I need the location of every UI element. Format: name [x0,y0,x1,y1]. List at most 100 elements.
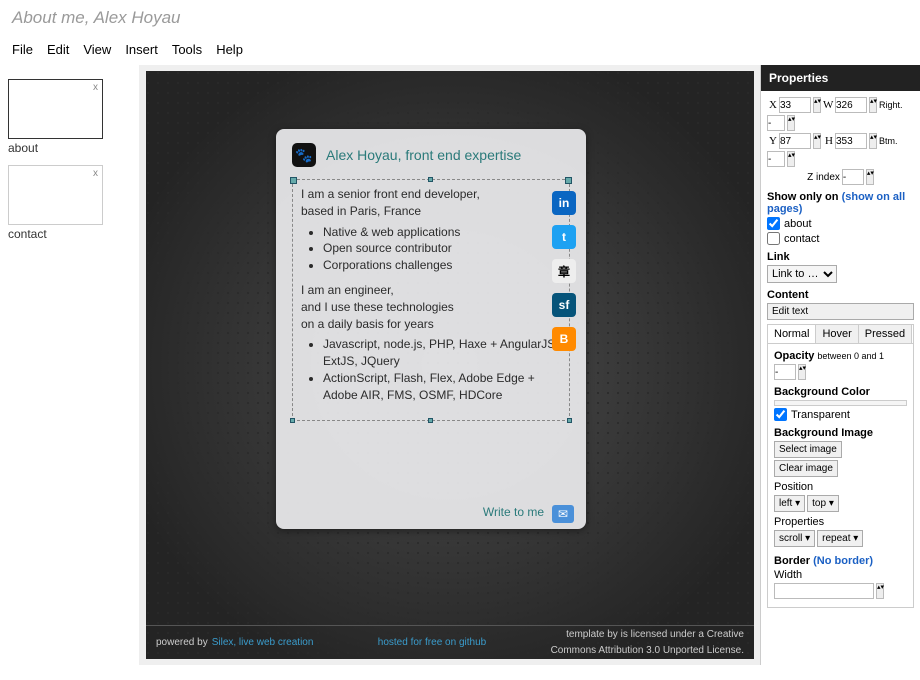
about-checkbox[interactable] [767,217,780,230]
list-item: Open source contributor [323,240,561,257]
stepper-icon[interactable]: ▴▾ [869,97,877,113]
bullet-list: Native & web applications Open source co… [323,224,561,274]
page-thumb-about[interactable]: x [8,79,103,139]
twitter-icon[interactable]: t [552,225,576,249]
blogger-icon[interactable]: B [552,327,576,351]
site-footer: powered by Silex, live web creation host… [146,625,754,659]
intro-line: based in Paris, France [301,203,561,220]
stepper-icon[interactable]: ▴▾ [866,169,874,185]
tab-hover[interactable]: Hover [816,325,858,343]
text-line: and I use these technologies [301,299,561,316]
edit-text-button[interactable]: Edit text [767,303,914,320]
stepper-icon[interactable]: ▴▾ [787,115,795,131]
list-item: Javascript, node.js, PHP, Haxe + Angular… [323,336,561,370]
show-only-label: Show only on [767,191,842,203]
menu-file[interactable]: File [12,42,33,57]
resize-handle-icon[interactable] [290,418,295,423]
write-to-me-link[interactable]: Write to me [483,505,544,519]
zindex-label: Z index [807,172,840,183]
right-label: Right. [879,100,903,110]
github-host-link[interactable]: hosted for free on github [378,637,486,648]
transparent-checkbox[interactable] [774,408,787,421]
linkedin-icon[interactable]: in [552,191,576,215]
resize-handle-icon[interactable] [428,177,433,182]
contact-checkbox[interactable] [767,232,780,245]
h-label: H [823,135,833,147]
stepper-icon[interactable]: ▴▾ [798,364,806,380]
menu-insert[interactable]: Insert [125,42,158,57]
stepper-icon[interactable]: ▴▾ [876,583,884,599]
close-icon[interactable]: x [93,82,98,93]
bgcolor-label: Background Color [774,386,907,398]
h-input[interactable] [835,133,867,149]
stepper-icon[interactable]: ▴▾ [813,97,821,113]
select-image-button[interactable]: Select image [774,441,842,458]
canvas-area: 🐾 Alex Hoyau, front end expertise I am a… [140,65,760,665]
menu-bar: File Edit View Insert Tools Help [0,32,920,65]
page-label-about: about [8,141,131,155]
selected-text-block[interactable]: I am a senior front end developer, based… [292,179,570,421]
btm-label: Btm. [879,136,898,146]
repeat-select[interactable]: repeat ▾ [817,530,863,547]
scroll-select[interactable]: scroll ▾ [774,530,815,547]
transparent-label: Transparent [791,409,850,421]
social-column: in t 章 sf B [552,191,576,351]
border-label: Border [774,555,813,567]
menu-tools[interactable]: Tools [172,42,202,57]
link-to-select[interactable]: Link to … [767,265,837,283]
stepper-icon[interactable]: ▴▾ [813,133,821,149]
state-tabs: Normal Hover Pressed [767,324,914,343]
menu-help[interactable]: Help [216,42,243,57]
stepper-icon[interactable]: ▴▾ [787,151,795,167]
stepper-icon[interactable]: ▴▾ [869,133,877,149]
menu-view[interactable]: View [83,42,111,57]
page-label-contact: contact [8,227,131,241]
github-icon[interactable]: 章 [552,259,576,283]
text-line: I am an engineer, [301,282,561,299]
paw-icon: 🐾 [292,143,316,167]
contact-check-label: contact [784,233,819,245]
document-title[interactable]: About me, Alex Hoyau [12,8,908,28]
zindex-input[interactable] [842,169,864,185]
pos-top-select[interactable]: top ▾ [807,495,839,512]
resize-handle-icon[interactable] [567,418,572,423]
w-label: W [823,99,833,111]
x-label: X [767,99,777,111]
bgimage-label: Background Image [774,427,907,439]
list-item: ActionScript, Flash, Flex, Adobe Edge + … [323,370,561,404]
x-input[interactable] [779,97,811,113]
content-card[interactable]: 🐾 Alex Hoyau, front end expertise I am a… [276,129,586,529]
pos-left-select[interactable]: left ▾ [774,495,805,512]
close-icon[interactable]: x [93,168,98,179]
mail-icon[interactable]: ✉ [552,505,574,523]
opacity-input[interactable] [774,364,796,380]
list-item: Corporations challenges [323,257,561,274]
no-border-link[interactable]: (No border) [813,555,873,567]
right-input[interactable] [767,115,785,131]
footer-text: template by [566,629,620,640]
card-title[interactable]: Alex Hoyau, front end expertise [326,147,521,163]
y-input[interactable] [779,133,811,149]
page-thumb-contact[interactable]: x [8,165,103,225]
resize-handle-icon[interactable] [428,418,433,423]
tech-list: Javascript, node.js, PHP, Haxe + Angular… [323,336,561,403]
bgcolor-swatch[interactable] [774,400,907,406]
w-input[interactable] [835,97,867,113]
border-width-input[interactable] [774,583,874,599]
silex-link[interactable]: Silex, live web creation [212,637,314,648]
clear-image-button[interactable]: Clear image [774,460,838,477]
editor-canvas[interactable]: 🐾 Alex Hoyau, front end expertise I am a… [146,71,754,659]
text-line: on a daily basis for years [301,316,561,333]
pages-panel: x about x contact [0,65,140,665]
opacity-hint: between 0 and 1 [817,351,884,361]
width-label: Width [774,569,907,581]
link-section-label: Link [767,251,914,263]
list-item: Native & web applications [323,224,561,241]
properties-panel: Properties X ▴▾ W ▴▾ Right. ▴▾ Y ▴▾ H ▴▾… [760,65,920,665]
properties-sub-label: Properties [774,516,907,528]
menu-edit[interactable]: Edit [47,42,69,57]
tab-pressed[interactable]: Pressed [859,325,912,343]
btm-input[interactable] [767,151,785,167]
tab-normal[interactable]: Normal [768,325,816,343]
sourceforge-icon[interactable]: sf [552,293,576,317]
